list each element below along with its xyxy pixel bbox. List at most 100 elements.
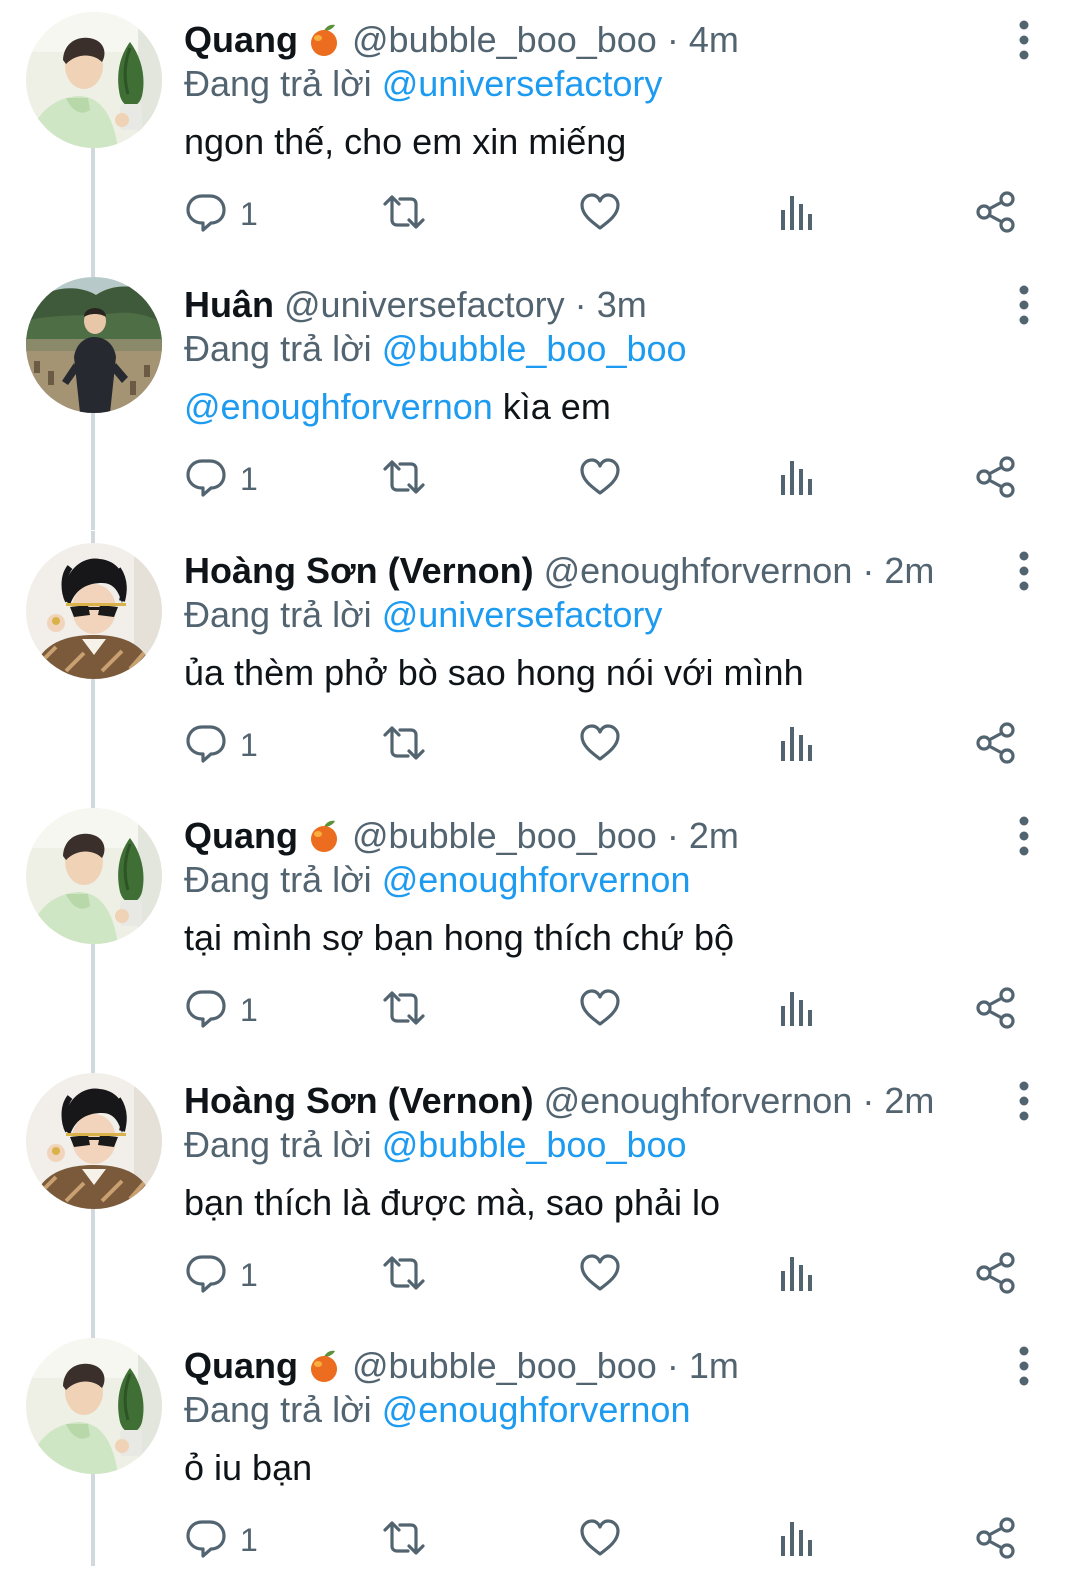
share-button[interactable] (974, 1245, 1018, 1305)
reply-button[interactable]: 1 (184, 715, 258, 775)
tweet[interactable]: Hoàng Sơn (Vernon) @enoughforvernon · 2m … (0, 1061, 1080, 1326)
handle[interactable]: @enoughforvernon (544, 1080, 853, 1121)
reply-icon (184, 190, 228, 239)
avatar[interactable] (26, 12, 162, 148)
reply-button[interactable]: 1 (184, 1510, 258, 1570)
share-button[interactable] (974, 715, 1018, 775)
display-name[interactable]: Hoàng Sơn (Vernon) (184, 1080, 534, 1121)
replying-to-handle[interactable]: @enoughforvernon (382, 1389, 691, 1430)
tweet[interactable]: Huân @universefactory · 3m Đang trả lời @… (0, 265, 1080, 530)
share-button[interactable] (974, 980, 1018, 1040)
views-button[interactable] (776, 715, 816, 775)
replying-to-handle[interactable]: @bubble_boo_boo (382, 1124, 687, 1165)
handle[interactable]: @bubble_boo_boo (352, 1345, 657, 1386)
retweet-button[interactable] (380, 715, 428, 775)
reply-button[interactable]: 1 (184, 184, 258, 244)
timestamp[interactable]: 2m (884, 1080, 934, 1121)
like-icon (578, 1251, 622, 1300)
share-button[interactable] (974, 1510, 1018, 1570)
thread-line (91, 1209, 95, 1326)
tweet-text: tại mình sợ bạn hong thích chứ bộ (184, 912, 734, 964)
replying-to-handle[interactable]: @universefactory (382, 594, 663, 635)
timestamp[interactable]: 3m (597, 284, 647, 325)
retweet-button[interactable] (380, 449, 428, 509)
reply-count: 1 (240, 1256, 258, 1293)
views-button[interactable] (776, 449, 816, 509)
reply-icon (184, 721, 228, 770)
replying-to-handle[interactable]: @universefactory (382, 63, 663, 104)
separator: · (862, 1080, 875, 1121)
action-bar: 1 (184, 1510, 1034, 1570)
action-bar: 1 (184, 449, 1034, 509)
timestamp[interactable]: 2m (884, 550, 934, 591)
timestamp[interactable]: 4m (689, 19, 739, 60)
action-bar: 1 (184, 715, 1034, 775)
handle[interactable]: @enoughforvernon (544, 550, 853, 591)
replying-to-handle[interactable]: @enoughforvernon (382, 859, 691, 900)
like-icon (578, 986, 622, 1035)
display-name[interactable]: Hoàng Sơn (Vernon) (184, 550, 534, 591)
share-button[interactable] (974, 184, 1018, 244)
views-button[interactable] (776, 1510, 816, 1570)
replying-prefix: Đang trả lời (184, 1124, 372, 1165)
display-name[interactable]: Quang (184, 1345, 298, 1386)
action-bar: 1 (184, 980, 1034, 1040)
display-name[interactable]: Quang (184, 815, 298, 856)
share-icon (974, 190, 1018, 239)
like-button[interactable] (578, 715, 622, 775)
tweet-text: ngon thế, cho em xin miếng (184, 116, 626, 168)
retweet-icon (380, 455, 428, 504)
avatar[interactable] (26, 808, 162, 944)
views-button[interactable] (776, 1245, 816, 1305)
reply-count: 1 (240, 726, 258, 763)
more-icon[interactable] (1004, 1340, 1044, 1392)
reply-button[interactable]: 1 (184, 449, 258, 509)
reply-button[interactable]: 1 (184, 1245, 258, 1305)
avatar[interactable] (26, 543, 162, 679)
retweet-button[interactable] (380, 1245, 428, 1305)
views-button[interactable] (776, 184, 816, 244)
retweet-button[interactable] (380, 184, 428, 244)
share-button[interactable] (974, 449, 1018, 509)
handle[interactable]: @bubble_boo_boo (352, 815, 657, 856)
display-name[interactable]: Huân (184, 284, 274, 325)
tweet[interactable]: Hoàng Sơn (Vernon) @enoughforvernon · 2m … (0, 531, 1080, 796)
replying-prefix: Đang trả lời (184, 328, 372, 369)
more-icon[interactable] (1004, 279, 1044, 331)
thread-line (91, 1326, 95, 1338)
timestamp[interactable]: 1m (689, 1345, 739, 1386)
reply-count: 1 (240, 1521, 258, 1558)
reply-button[interactable]: 1 (184, 980, 258, 1040)
handle[interactable]: @universefactory (284, 284, 565, 325)
timestamp[interactable]: 2m (689, 815, 739, 856)
replying-to-handle[interactable]: @bubble_boo_boo (382, 328, 687, 369)
views-button[interactable] (776, 980, 816, 1040)
avatar[interactable] (26, 1338, 162, 1474)
replying-to: Đang trả lời @bubble_boo_boo (184, 1119, 687, 1171)
replying-to: Đang trả lời @universefactory (184, 58, 662, 110)
more-icon[interactable] (1004, 1075, 1044, 1127)
handle[interactable]: @bubble_boo_boo (352, 19, 657, 60)
peach-icon (306, 20, 342, 56)
more-icon[interactable] (1004, 810, 1044, 862)
like-button[interactable] (578, 184, 622, 244)
tweet[interactable]: Quang @bubble_boo_boo · 4m Đang trả lời @… (0, 0, 1080, 265)
reply-count: 1 (240, 195, 258, 232)
avatar[interactable] (26, 1073, 162, 1209)
thread-line (91, 1061, 95, 1073)
retweet-button[interactable] (380, 980, 428, 1040)
more-icon[interactable] (1004, 14, 1044, 66)
more-icon[interactable] (1004, 545, 1044, 597)
retweet-button[interactable] (380, 1510, 428, 1570)
tweet[interactable]: Quang @bubble_boo_boo · 2m Đang trả lời @… (0, 796, 1080, 1061)
thread-line (91, 265, 95, 277)
display-name[interactable]: Quang (184, 19, 298, 60)
like-button[interactable] (578, 980, 622, 1040)
body-mention[interactable]: @enoughforvernon (184, 386, 493, 427)
views-icon (776, 986, 816, 1035)
like-button[interactable] (578, 1510, 622, 1570)
like-button[interactable] (578, 1245, 622, 1305)
like-button[interactable] (578, 449, 622, 509)
avatar[interactable] (26, 277, 162, 413)
tweet[interactable]: Quang @bubble_boo_boo · 1m Đang trả lời @… (0, 1326, 1080, 1591)
